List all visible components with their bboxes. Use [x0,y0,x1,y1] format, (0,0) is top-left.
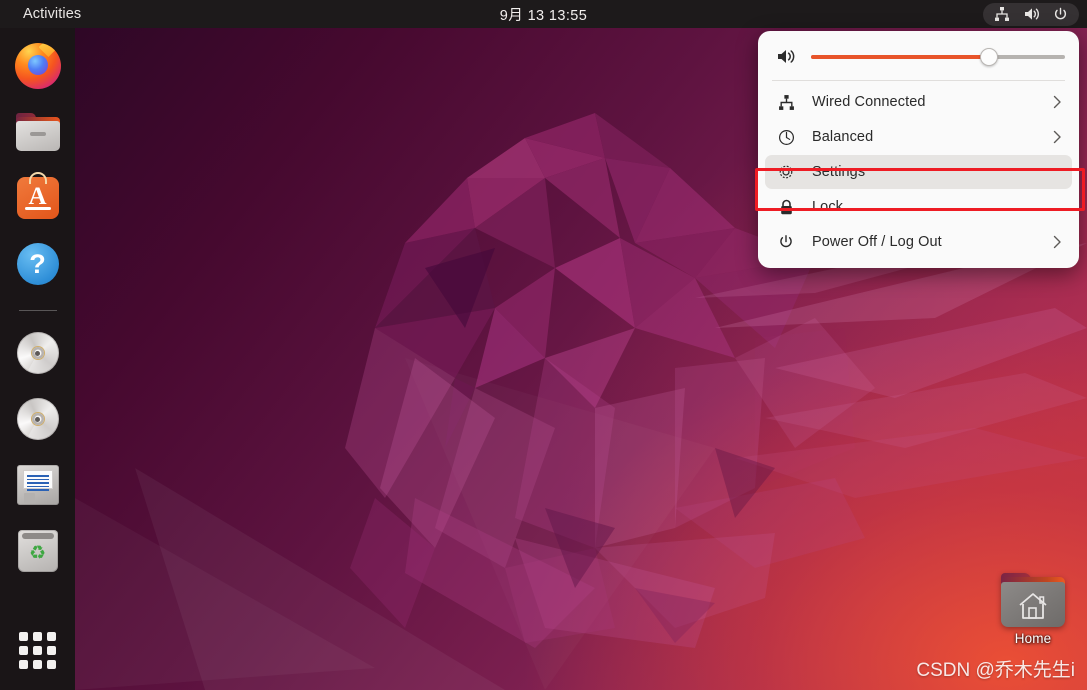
volume-slider-fill [811,54,989,59]
ubuntu-dock: A ? ♻ [0,28,75,690]
network-wired-icon [775,94,797,111]
trash-recycle-icon: ♻ [17,530,58,572]
cd-disc-icon [16,398,59,440]
dock-item-cd-drive-1[interactable] [14,329,62,377]
floppy-disk-icon [16,465,59,505]
menu-item-label: Power Off / Log Out [812,234,942,250]
menu-item-label: Balanced [812,129,874,145]
show-applications-button[interactable] [14,626,62,674]
house-icon [1019,593,1047,619]
system-menu-popup: Wired Connected Balanced Settings Lock P… [758,31,1079,268]
help-question-icon: ? [16,243,59,285]
menu-item-label: Settings [812,164,866,180]
home-folder-icon [1001,573,1065,627]
desktop-icon-home[interactable]: Home [985,573,1081,646]
ubuntu-desktop-screen: Home CSDN @乔木先生i A ? ♻ Activities 9月 13 … [0,0,1087,690]
volume-high-icon [778,50,795,63]
volume-slider-row[interactable] [758,37,1079,78]
dock-item-firefox[interactable] [14,42,62,90]
dock-item-help[interactable]: ? [14,240,62,288]
files-folder-icon [15,113,60,151]
menu-item-lock[interactable]: Lock [765,190,1072,224]
system-status-menu-button[interactable] [983,2,1079,26]
chevron-right-icon [1053,95,1062,109]
chevron-right-icon [1053,235,1062,249]
home-icon-label: Home [1014,631,1052,646]
menu-item-balanced[interactable]: Balanced [765,120,1072,154]
network-wired-icon [995,7,1009,21]
speedometer-icon [775,129,797,146]
volume-icon [1025,8,1039,20]
dock-separator [18,310,57,311]
dock-item-ubuntu-software[interactable]: A [14,172,62,222]
firefox-icon [14,43,61,89]
chevron-right-icon [1053,130,1062,144]
menu-item-settings[interactable]: Settings [765,155,1072,189]
dock-item-files[interactable] [14,108,62,156]
dock-item-trash[interactable]: ♻ [14,527,62,575]
top-bar: Activities 9月 13 13:55 [0,0,1087,28]
menu-item-power-off-log-out[interactable]: Power Off / Log Out [765,225,1072,259]
power-icon [775,234,797,250]
cd-disc-icon [16,332,59,374]
volume-slider[interactable] [811,47,1065,66]
volume-slider-knob[interactable] [979,47,998,66]
dock-item-cd-drive-2[interactable] [14,395,62,443]
menu-divider [772,80,1065,81]
clock-datetime[interactable]: 9月 13 13:55 [0,4,1087,25]
menu-item-label: Wired Connected [812,94,926,110]
menu-item-label: Lock [812,199,844,215]
ubuntu-software-icon: A [16,172,59,219]
power-icon [1054,7,1067,19]
gear-icon [775,163,797,181]
menu-item-wired-connected[interactable]: Wired Connected [765,85,1072,119]
lock-icon [775,199,797,216]
dock-item-floppy-disk[interactable] [14,461,62,509]
